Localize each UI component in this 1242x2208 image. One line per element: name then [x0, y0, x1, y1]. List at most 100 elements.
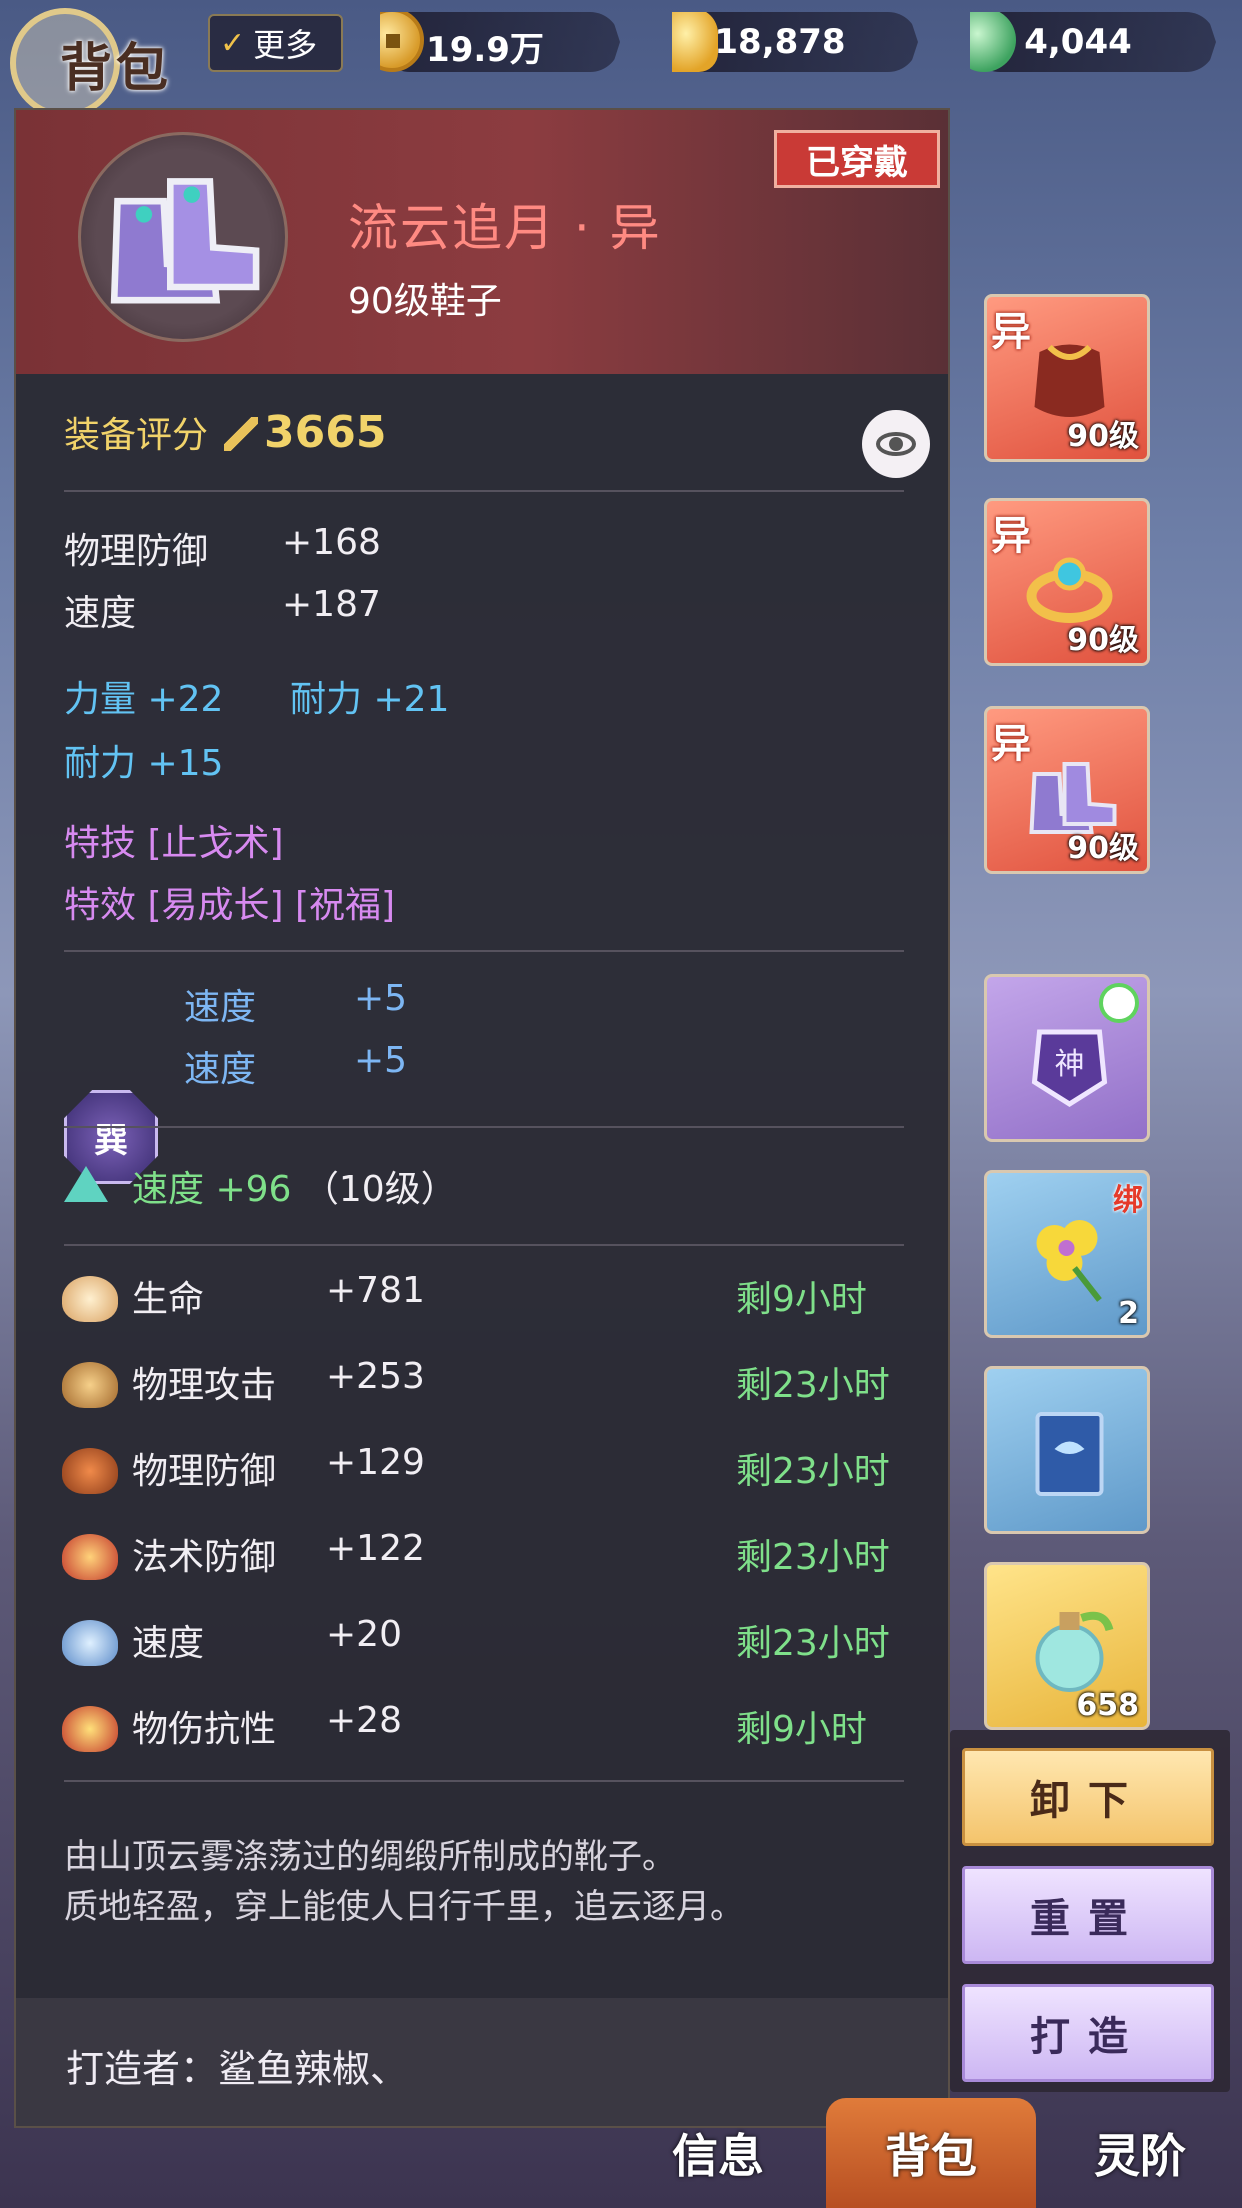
rune-stat-row: 速度 +5	[184, 978, 407, 1030]
divider	[64, 490, 904, 492]
gold-amount: 18,878	[714, 22, 846, 62]
inventory-slot[interactable]: 绑 2	[984, 1170, 1150, 1338]
buff-label: 物伤抗性	[132, 1709, 277, 1750]
currency-copper[interactable]: 19.9万	[380, 12, 620, 72]
attr-stat-row: 耐力 +15	[64, 734, 223, 786]
item-subtitle: 90级鞋子	[348, 281, 502, 322]
buff-label: 物理防御	[132, 1451, 277, 1492]
svg-text:神: 神	[1055, 1047, 1085, 1082]
stat-label: 物理防御	[64, 531, 209, 572]
buff-remaining: 剩9小时	[736, 1709, 867, 1750]
inventory-slot[interactable]: 658	[984, 1562, 1150, 1730]
slot-level: 90级	[1067, 831, 1139, 866]
buff-value: +129	[326, 1442, 425, 1483]
boots-icon	[110, 178, 260, 304]
equipped-badge: 已穿戴	[774, 130, 940, 188]
brush-icon	[224, 417, 259, 451]
buff-value: +781	[326, 1270, 425, 1311]
stat-label: 耐力	[290, 679, 363, 720]
stat-value: +187	[282, 584, 381, 625]
reset-button[interactable]: 重置	[962, 1866, 1214, 1964]
item-icon-frame	[78, 132, 288, 342]
buff-remaining: 剩9小时	[736, 1279, 867, 1320]
stat-label: 速度	[64, 593, 137, 634]
score-value: 3665	[264, 407, 387, 458]
slot-level: 90级	[1067, 419, 1139, 454]
rune-stat-row: 速度 +5	[184, 1040, 407, 1092]
potion-bottle-icon	[1035, 1611, 1114, 1692]
divider	[64, 1244, 904, 1246]
divider	[64, 1126, 904, 1128]
inventory-slot[interactable]	[984, 1366, 1150, 1534]
special-effect: 特效 [易成长] [祝福]	[64, 885, 396, 926]
stat-value: +5	[354, 1040, 408, 1081]
roast-meat-icon	[62, 1448, 118, 1494]
stat-pair: 耐力 +21	[290, 670, 449, 722]
tab-info[interactable]: 信息	[672, 2120, 764, 2186]
tab-spirit-rank[interactable]: 灵阶	[1094, 2120, 1186, 2186]
buff-value: +253	[326, 1356, 425, 1397]
gem-icon	[64, 1166, 108, 1202]
jade-amount: 4,044	[1024, 22, 1132, 62]
special-skill: 特技 [止戈术]	[64, 823, 284, 864]
item-count: 658	[1076, 1688, 1139, 1723]
description-line: 由山顶云雾涤荡过的绸缎所制成的靴子。	[64, 1837, 676, 1877]
equipment-score: 装备评分 3665	[64, 406, 386, 458]
base-stat-row: 速度 +187	[64, 584, 381, 636]
tab-bag[interactable]: 背包	[826, 2098, 1036, 2208]
inventory-slot[interactable]: 神	[984, 974, 1150, 1142]
egg-bowl-icon	[62, 1706, 118, 1752]
item-header: 已穿戴 流云追月 · 异 90级鞋子	[16, 110, 948, 374]
buff-row: 速度 +20 剩23小时	[132, 1614, 890, 1666]
buff-label: 速度	[132, 1623, 205, 1664]
slot-level: 90级	[1067, 623, 1139, 658]
item-name: 流云追月 · 异	[348, 199, 662, 257]
stat-label: 速度	[184, 987, 257, 1028]
page-title-text: 背包	[60, 39, 173, 99]
buff-value: +20	[326, 1614, 402, 1655]
maker-text: 打造者：鲨鱼辣椒、	[66, 2047, 409, 2091]
equip-slot-boots[interactable]: 异 90级	[984, 706, 1150, 874]
forge-button[interactable]: 打造	[962, 1984, 1214, 2082]
stat-label: 速度	[132, 1169, 205, 1210]
stat-value: +5	[354, 978, 408, 1019]
buff-remaining: 剩23小时	[736, 1365, 890, 1406]
equip-slot-cape[interactable]: 异 90级	[984, 294, 1150, 462]
more-label: 更多	[253, 26, 318, 64]
currency-gold[interactable]: 18,878	[672, 12, 918, 72]
stat-value: +21	[373, 679, 450, 720]
buff-row: 法术防御 +122 剩23小时	[132, 1528, 890, 1580]
stat-value: +96	[215, 1169, 292, 1210]
buff-remaining: 剩23小时	[736, 1623, 890, 1664]
stat-label: 力量	[64, 679, 137, 720]
buff-remaining: 剩23小时	[736, 1451, 890, 1492]
buff-value: +28	[326, 1700, 402, 1741]
item-detail-panel: 已穿戴 流云追月 · 异 90级鞋子 装备评分 3665 物理防御 +168 速度…	[14, 108, 950, 2128]
stat-value: +15	[147, 743, 224, 784]
blue-book-icon	[1035, 1412, 1104, 1496]
equip-slot-ring[interactable]: 异 90级	[984, 498, 1150, 666]
divider	[64, 950, 904, 952]
unequip-button[interactable]: 卸下	[962, 1748, 1214, 1846]
chevron-down-icon: ✓	[220, 25, 246, 61]
gem-stat-row: 速度 +96 （10级）	[132, 1160, 457, 1212]
gem-level: （10级）	[302, 1169, 457, 1210]
currency-jade[interactable]: 4,044	[970, 12, 1216, 72]
skewer-icon	[62, 1620, 118, 1666]
eye-icon[interactable]	[862, 410, 930, 478]
top-bar: 背包 ✓ 更多 19.9万 18,878 4,044	[0, 0, 1242, 118]
buff-remaining: 剩23小时	[736, 1537, 890, 1578]
steamed-bun-icon	[62, 1276, 118, 1322]
divider	[64, 1780, 904, 1782]
buff-row: 物理攻击 +253 剩23小时	[132, 1356, 890, 1408]
bottom-tab-bar: 信息 背包 灵阶	[0, 2098, 1242, 2208]
score-label: 装备评分	[64, 415, 209, 456]
buff-value: +122	[326, 1528, 425, 1569]
noodle-bowl-icon	[62, 1534, 118, 1580]
yellow-flower-icon	[1036, 1220, 1102, 1302]
base-stat-row: 物理防御 +168	[64, 522, 381, 574]
page-title: 背包	[10, 8, 200, 118]
more-button[interactable]: ✓ 更多	[208, 14, 343, 72]
pot-dish-icon	[62, 1362, 118, 1408]
buff-label: 法术防御	[132, 1537, 277, 1578]
